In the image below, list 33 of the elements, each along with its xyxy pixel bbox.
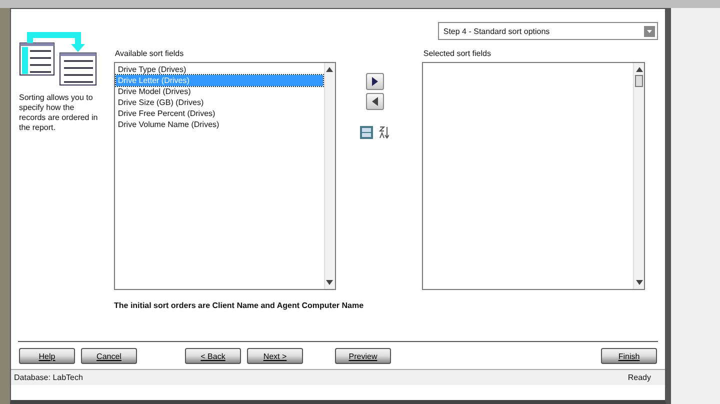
right-triangle-icon xyxy=(372,77,378,86)
scroll-up-icon[interactable] xyxy=(326,67,333,72)
description-text: Sorting allows you to specify how the records are ordered in the report. xyxy=(19,93,99,133)
selected-fields-label: Selected sort fields xyxy=(422,49,492,60)
list-item[interactable]: Drive Volume Name (Drives) xyxy=(116,119,322,130)
dropdown-caret-icon[interactable] xyxy=(644,26,655,36)
scroll-up-icon[interactable] xyxy=(636,67,643,72)
add-field-button[interactable] xyxy=(366,73,384,90)
list-item[interactable]: Drive Size (GB) (Drives) xyxy=(116,97,322,108)
wizard-button[interactable]: Finish xyxy=(601,348,657,364)
status-text: Ready xyxy=(628,373,651,382)
sort-descending-icon[interactable] xyxy=(379,126,390,139)
remove-field-button[interactable] xyxy=(366,93,384,110)
wizard-button[interactable]: Preview xyxy=(335,348,391,364)
wizard-button[interactable]: Help xyxy=(19,348,75,364)
scrollbar[interactable] xyxy=(633,63,644,289)
step-dropdown[interactable]: Step 4 - Standard sort options xyxy=(438,22,658,40)
available-fields-label: Available sort fields xyxy=(114,49,185,60)
scroll-down-icon[interactable] xyxy=(326,280,333,285)
list-item[interactable]: Drive Free Percent (Drives) xyxy=(116,108,322,119)
wizard-button[interactable]: < Back xyxy=(185,348,241,364)
wizard-button[interactable]: Cancel xyxy=(81,348,137,364)
wizard-button[interactable]: Next > xyxy=(247,348,303,364)
list-item[interactable]: Drive Model (Drives) xyxy=(116,86,322,97)
scroll-down-icon[interactable] xyxy=(636,280,643,285)
sort-order-note: The initial sort orders are Client Name and Agent Computer Name xyxy=(113,301,365,312)
scroll-thumb[interactable] xyxy=(635,75,644,87)
scrollbar[interactable] xyxy=(324,63,334,289)
list-item[interactable]: Drive Type (Drives) xyxy=(116,64,322,75)
left-triangle-icon xyxy=(372,97,378,106)
status-text: Database: LabTech xyxy=(14,373,83,382)
available-fields-list[interactable]: Drive Type (Drives) Drive Letter (Drives) Drive Model (Drives) Drive Size (GB) (Drives) Drive Free Percent (Drives) Drive Volume Name (Drives) xyxy=(114,62,336,290)
selected-fields-list[interactable] xyxy=(422,62,646,290)
